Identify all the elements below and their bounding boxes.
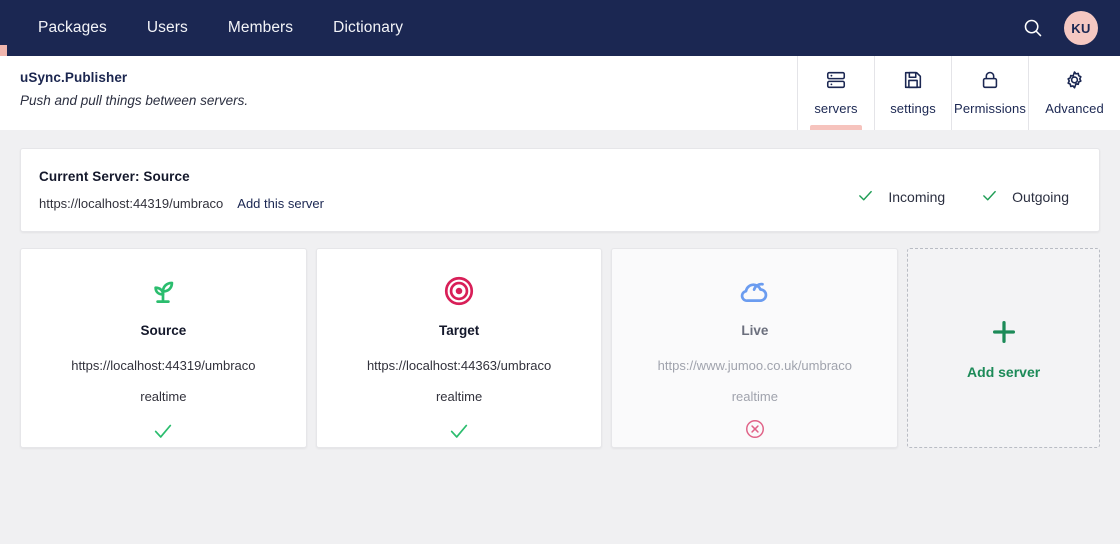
nav-item-users[interactable]: Users bbox=[133, 13, 202, 43]
tab-label-permissions: Permissions bbox=[954, 101, 1026, 116]
add-server-label: Add server bbox=[967, 364, 1040, 380]
server-name: Target bbox=[439, 323, 479, 338]
incoming-flag: Incoming bbox=[857, 187, 945, 207]
top-navigation-bar: Packages Users Members Dictionary KU bbox=[0, 0, 1120, 56]
nav-item-dictionary[interactable]: Dictionary bbox=[319, 13, 417, 43]
floppy-disk-icon bbox=[902, 68, 924, 92]
server-url: https://localhost:44363/umbraco bbox=[367, 358, 551, 373]
server-url: https://www.jumoo.co.uk/umbraco bbox=[658, 358, 852, 373]
outgoing-flag: Outgoing bbox=[981, 187, 1069, 207]
tab-permissions[interactable]: Permissions bbox=[951, 56, 1028, 130]
app-header-text: uSync.Publisher Push and pull things bet… bbox=[0, 56, 797, 130]
circle-x-icon bbox=[744, 418, 766, 445]
tab-label-settings: settings bbox=[890, 101, 936, 116]
gear-icon bbox=[1063, 68, 1086, 92]
server-url: https://localhost:44319/umbraco bbox=[71, 358, 255, 373]
server-status-error bbox=[744, 419, 766, 443]
add-server-card[interactable]: Add server bbox=[907, 248, 1100, 448]
tab-advanced[interactable]: Advanced bbox=[1028, 56, 1120, 130]
app-subheader: uSync.Publisher Push and pull things bet… bbox=[0, 56, 1120, 130]
current-server-row: https://localhost:44319/umbraco Add this… bbox=[39, 196, 857, 211]
tab-bar: servers settings Permissions bbox=[797, 56, 1120, 130]
cloud-icon bbox=[737, 273, 773, 309]
outgoing-label: Outgoing bbox=[1012, 189, 1069, 205]
current-server-title: Current Server: Source bbox=[39, 169, 857, 184]
top-nav-items: Packages Users Members Dictionary bbox=[24, 13, 417, 43]
nav-item-packages[interactable]: Packages bbox=[24, 13, 121, 43]
current-server-info: Current Server: Source https://localhost… bbox=[39, 169, 857, 211]
server-card-live[interactable]: Live https://www.jumoo.co.uk/umbraco rea… bbox=[611, 248, 898, 448]
tab-servers[interactable]: servers bbox=[797, 56, 874, 130]
server-card-source[interactable]: Source https://localhost:44319/umbraco r… bbox=[20, 248, 307, 448]
plus-icon bbox=[989, 317, 1019, 352]
target-bullseye-icon bbox=[442, 273, 476, 309]
tab-label-advanced: Advanced bbox=[1045, 101, 1104, 116]
server-status-ok bbox=[152, 419, 174, 443]
server-rack-icon bbox=[825, 68, 847, 92]
server-card-target[interactable]: Target https://localhost:44363/umbraco r… bbox=[316, 248, 603, 448]
server-status-ok bbox=[448, 419, 470, 443]
page-subtitle: Push and pull things between servers. bbox=[20, 93, 797, 108]
sprout-icon bbox=[146, 273, 180, 309]
search-icon[interactable] bbox=[1020, 15, 1046, 41]
page-title: uSync.Publisher bbox=[20, 70, 797, 85]
avatar[interactable]: KU bbox=[1064, 11, 1098, 45]
server-mode: realtime bbox=[140, 389, 186, 404]
padlock-icon bbox=[979, 68, 1001, 92]
server-mode: realtime bbox=[732, 389, 778, 404]
tab-label-servers: servers bbox=[814, 101, 857, 116]
server-card-list: Source https://localhost:44319/umbraco r… bbox=[20, 248, 1100, 448]
nav-item-members[interactable]: Members bbox=[214, 13, 307, 43]
server-name: Source bbox=[140, 323, 186, 338]
current-server-flags: Incoming Outgoing bbox=[857, 169, 1077, 207]
current-server-url: https://localhost:44319/umbraco bbox=[39, 196, 223, 211]
tab-settings[interactable]: settings bbox=[874, 56, 951, 130]
top-bar-right-group: KU bbox=[1020, 11, 1098, 45]
server-mode: realtime bbox=[436, 389, 482, 404]
add-this-server-link[interactable]: Add this server bbox=[237, 196, 324, 211]
current-server-panel: Current Server: Source https://localhost… bbox=[20, 148, 1100, 232]
server-name: Live bbox=[741, 323, 768, 338]
incoming-label: Incoming bbox=[888, 189, 945, 205]
check-icon bbox=[857, 187, 874, 207]
topbar-accent-marker bbox=[0, 45, 7, 56]
main-content: Current Server: Source https://localhost… bbox=[0, 130, 1120, 448]
check-icon bbox=[981, 187, 998, 207]
